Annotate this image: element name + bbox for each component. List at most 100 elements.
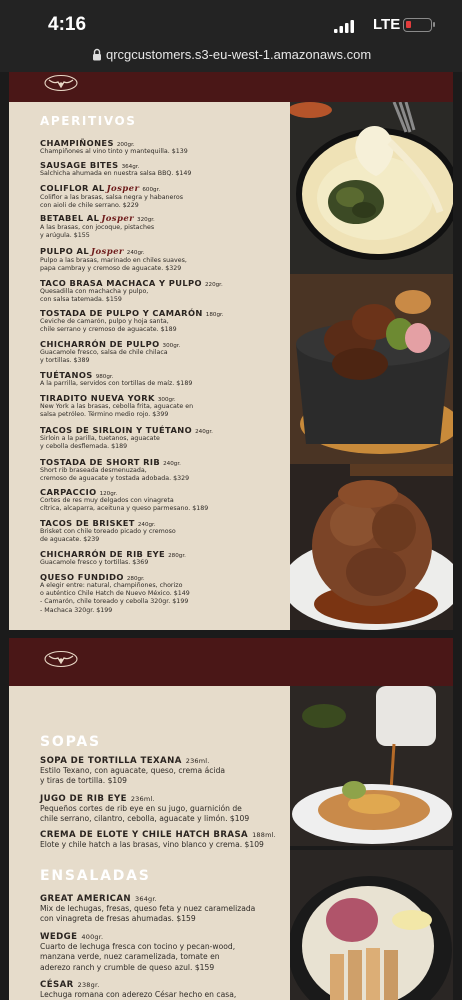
menu-item-name: COLIFLOR AL [40, 183, 105, 193]
soup-description: Estilo Texano, con aguacate, queso, crem… [40, 766, 226, 775]
menu-item-name: BETABEL AL [40, 213, 100, 223]
section-title-aperitivos: APERITIVOS [40, 114, 137, 128]
soup-name: CREMA DE ELOTE Y CHILE HATCH BRASA [40, 830, 249, 840]
salad-item: GREAT AMERICAN 364gr. Mix de lechugas, fre… [40, 894, 285, 925]
salad-item: CÉSAR 238gr. Lechuga romana con aderezo Cé… [40, 980, 285, 1000]
menu-item-description: New York a las brasas, cebolla frita, ag… [40, 403, 194, 410]
chicharron-rib-eye-photo [290, 274, 453, 464]
soup-photo [290, 686, 453, 846]
menu-item-name-line: TACO BRASA MACHACA Y PULPO 220gr. [40, 278, 285, 288]
menu-item: TACOS DE BRISKET 240gr. Brisket con chile … [40, 518, 285, 544]
soup-item: SOPA DE TORTILLA TEXANA 236ml. Estilo Texa… [40, 756, 285, 787]
soup-size: 188ml. [252, 831, 276, 839]
menu-item: CHICHARRÓN DE RIB EYE 280gr. Guacamole fre… [40, 549, 285, 567]
menu-item-description: cremoso de aguacate y tostada adobada. $… [40, 475, 190, 483]
menu-item: COLIFLOR AL Josper 600gr. Coliflor a las br… [40, 183, 285, 210]
salad-weight: 238gr. [77, 981, 100, 989]
section-title-ensaladas: ENSALADAS [40, 868, 151, 884]
url-text[interactable]: qrcgcustomers.s3-eu-west-1.amazonaws.com [106, 47, 371, 62]
menu-item-name-line: CARPACCIO 120gr. [40, 487, 285, 497]
menu-item-name: QUESO FUNDIDO [40, 572, 124, 582]
salad-name-line: GREAT AMERICAN 364gr. [40, 894, 285, 904]
menu-item-name: CHICHARRÓN DE RIB EYE [40, 549, 166, 559]
salad-description: con vinagreta de fresas ahumadas. $159 [40, 914, 196, 924]
menu-item-description: A las brasas, con jocoque, pistaches [40, 224, 155, 231]
soup-size: 236ml. [185, 757, 210, 765]
soup-description: Elote y chile hatch a las brasas, vino b… [40, 840, 264, 849]
menu-item-weight: 600gr. [142, 187, 161, 193]
menu-item-name-line: CHICHARRÓN DE PULPO 300gr. [40, 339, 285, 349]
menu-item: TOSTADA DE PULPO Y CAMARÓN 180gr. Ceviche … [40, 308, 285, 334]
menu-item-description: Sirloin a la parilla, tuetanos, aguacate [40, 435, 160, 442]
soup-description: Pequeños cortes de rib eye en su jugo, g… [40, 804, 242, 813]
section-title-sopas: SOPAS [40, 734, 101, 750]
menu-header-banner-2 [9, 638, 453, 686]
menu-item-name: TUÉTANOS [40, 370, 93, 380]
menu-item-description: Champiñones al vino tinto y mantequilla.… [40, 148, 188, 155]
menu-page-2: SOPAS SOPA DE TORTILLA TEXANA 236ml. Estil… [9, 638, 453, 1000]
soup-size: 236ml. [130, 795, 155, 803]
menu-item: PULPO AL Josper 240gr. Pulpo a las brasas, … [40, 246, 285, 273]
menu-item-name: TACO BRASA MACHACA Y PULPO [40, 278, 202, 288]
menu-item-description: chile serrano y cremoso de aguacate. $18… [40, 326, 177, 334]
lock-icon [93, 48, 101, 61]
menu-item-name: TACOS DE SIRLOIN Y TUÉTANO [40, 425, 193, 435]
menu-item-description: Ceviche de camarón, pulpo y hoja santa, [40, 318, 169, 325]
address-bar[interactable]: qrcgcustomers.s3-eu-west-1.amazonaws.com [0, 44, 462, 72]
menu-item-description: Guacamole fresco y tortillas. $369 [40, 559, 149, 566]
menu-item-name-line: TACOS DE SIRLOIN Y TUÉTANO 240gr. [40, 425, 285, 435]
menu-item-name-line: TOSTADA DE SHORT RIB 240gr. [40, 457, 285, 467]
menu-item-weight: 240gr. [163, 461, 181, 467]
menu-item-description: con salsa tatemada. $159 [40, 296, 122, 304]
menu-item-description: y arúgula. $155 [40, 232, 90, 240]
queso-fundido-photo [290, 102, 453, 274]
menu-item-name-line: PULPO AL Josper 240gr. [40, 246, 285, 257]
menu-item-description: Quesadilla con machacha y pulpo, [40, 288, 149, 295]
soup-description: chile serrano, cilantro, cebolla, aguaca… [40, 814, 250, 824]
salad-description: manzana verde, nuez caramelizada, tomate… [40, 952, 220, 962]
menu-item-name-line: TIRADITO NUEVA YORK 300gr. [40, 393, 285, 403]
menu-item-name-line: CHICHARRÓN DE RIB EYE 280gr. [40, 549, 285, 559]
menu-item: TACOS DE SIRLOIN Y TUÉTANO 240gr. Sirloin … [40, 425, 285, 451]
menu-item-description: cítrica, alcaparra, aceituna y queso par… [40, 505, 209, 513]
salad-description: Mix de lechugas, fresas, queso feta y nu… [40, 904, 256, 913]
menu-item: SAUSAGE BITES 364gr. Salchicha ahumada en … [40, 160, 285, 178]
menu-item-description: Salchicha ahumada en nuestra salsa BBQ. … [40, 170, 192, 177]
menu-item-name-line: TUÉTANOS 980gr. [40, 370, 285, 380]
menu-item-weight: 220gr. [204, 282, 223, 288]
page-content[interactable]: APERITIVOS CHAMPIÑONES 200gr. Champiñones … [0, 72, 462, 1000]
josper-brand-label: Josper [106, 184, 140, 194]
soup-name: SOPA DE TORTILLA TEXANA [40, 756, 182, 766]
menu-item-name-line: BETABEL AL Josper 320gr. [40, 213, 285, 224]
menu-item-description: - Machaca 320gr. $199 [40, 606, 113, 614]
soup-name-line: CREMA DE ELOTE Y CHILE HATCH BRASA 188ml. [40, 830, 285, 840]
signal-icon [334, 20, 354, 33]
salad-weight: 364gr. [135, 895, 157, 903]
menu-item-name: CHICHARRÓN DE PULPO [40, 339, 160, 349]
longhorn-logo-icon [44, 74, 78, 92]
salad-description: aderezo ranch y crumble de queso azul. $… [40, 962, 215, 972]
menu-item: TACO BRASA MACHACA Y PULPO 220gr. Quesadil… [40, 278, 285, 304]
salad-weight: 400gr. [81, 933, 104, 941]
menu-item-description: Coliflor a las brasas, salsa negra y hab… [40, 194, 183, 201]
menu-item-name-line: QUESO FUNDIDO 280gr. [40, 572, 285, 582]
menu-item-description: Guacamole fresco, salsa de chile chilaca [40, 349, 168, 356]
menu-item: QUESO FUNDIDO 280gr. A elegir entre: natur… [40, 572, 285, 615]
menu-item-name-line: CHAMPIÑONES 200gr. [40, 138, 285, 148]
soup-item: JUGO DE RIB EYE 236ml. Pequeños cortes de … [40, 794, 285, 825]
menu-item-description: con aioli de chile serrano. $229 [40, 202, 139, 210]
soup-item: CREMA DE ELOTE Y CHILE HATCH BRASA 188ml.… [40, 830, 285, 850]
menu-item-name: TOSTADA DE SHORT RIB [40, 457, 161, 467]
menu-item-name: CHAMPIÑONES [40, 138, 114, 148]
menu-item-name-line: TOSTADA DE PULPO Y CAMARÓN 180gr. [40, 308, 285, 318]
menu-item: BETABEL AL Josper 320gr. A las brasas, con … [40, 213, 285, 240]
menu-item-description: de aguacate. $239 [40, 536, 100, 544]
clock: 4:16 [48, 14, 87, 35]
menu-item-description: - Camarón, chile toreado y cebolla 320gr… [40, 598, 189, 606]
menu-item-weight: 320gr. [137, 217, 155, 223]
menu-item-name: TACOS DE BRISKET [40, 518, 135, 528]
salad-item: WEDGE 400gr. Cuarto de lechuga fresca con … [40, 932, 285, 973]
menu-item-description: Short rib braseada desmenuzada, [40, 467, 147, 474]
menu-item-name: SAUSAGE BITES [40, 160, 119, 170]
menu-item: CHAMPIÑONES 200gr. Champiñones al vino tin… [40, 138, 285, 156]
